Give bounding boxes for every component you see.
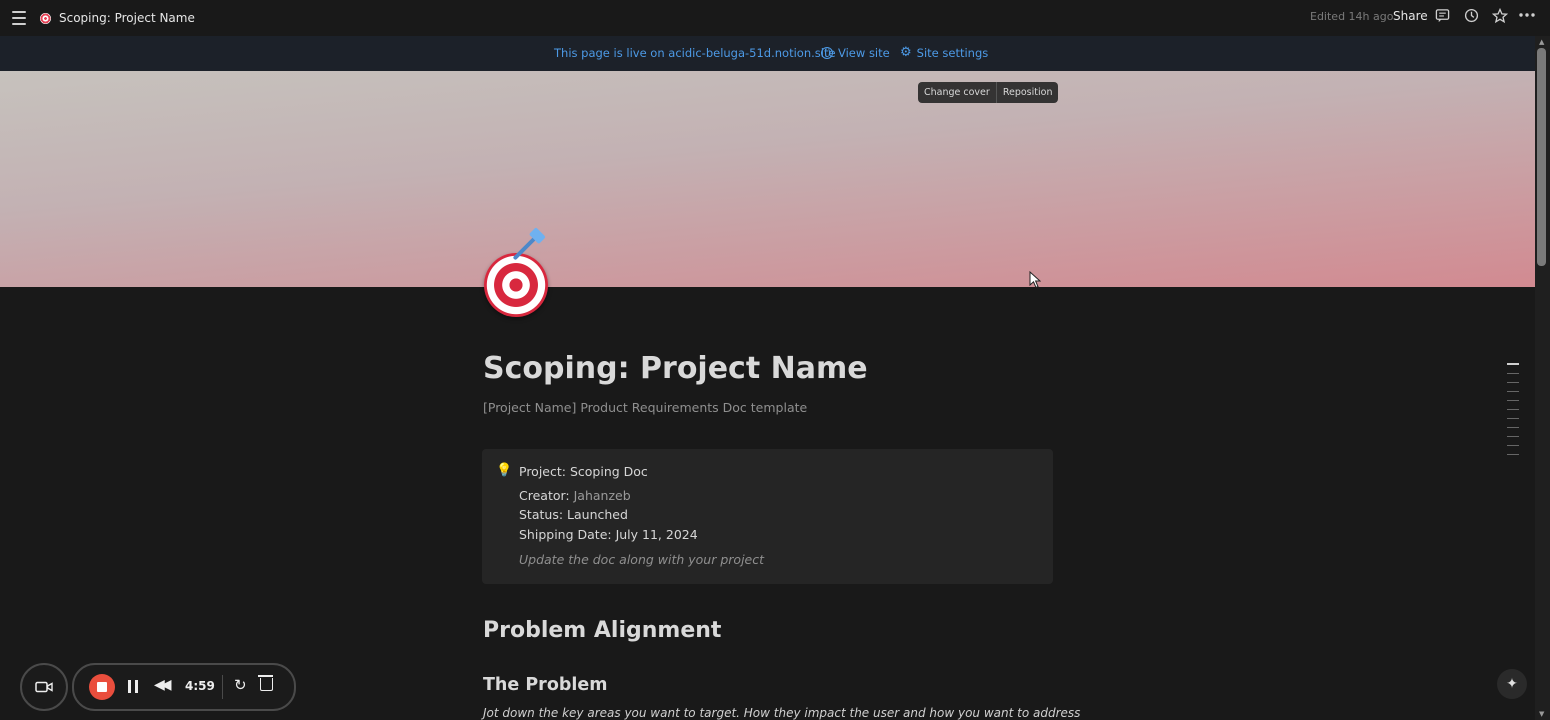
target-icon	[40, 12, 51, 24]
edited-status: Edited 14h ago	[1310, 10, 1394, 23]
creator-value[interactable]: Jahanzeb	[574, 488, 631, 503]
live-site-text: This page is live on acidic-beluga-51d.n…	[554, 46, 836, 60]
pause-button[interactable]	[128, 680, 138, 693]
problem-paragraph[interactable]: Jot down the key areas you want to targe…	[483, 706, 1080, 720]
controls-divider	[222, 675, 223, 699]
site-settings-label: Site settings	[916, 46, 989, 60]
top-bar: Scoping: Project Name Edited 14h ago Sha…	[0, 0, 1550, 36]
mouse-cursor-icon	[1029, 271, 1041, 289]
rewind-button[interactable]: ◀◀	[154, 677, 171, 693]
change-cover-button[interactable]: Change cover	[918, 82, 996, 103]
share-button[interactable]: Share	[1393, 9, 1428, 23]
menu-icon[interactable]	[12, 11, 26, 25]
restart-icon[interactable]: ↻	[234, 676, 247, 694]
page-target-icon[interactable]	[484, 233, 548, 317]
scroll-up-icon[interactable]: ▲	[1539, 38, 1544, 46]
view-site-label: View site	[838, 46, 890, 60]
trash-icon[interactable]	[258, 675, 273, 691]
callout-shipping: Shipping Date: July 11, 2024	[519, 527, 698, 542]
recording-controls: ◀◀ 4:59 ↻	[72, 663, 296, 711]
page-title[interactable]: Scoping: Project Name	[483, 351, 868, 386]
more-icon[interactable]	[1519, 12, 1535, 18]
callout-heading: Project: Scoping Doc	[519, 464, 648, 479]
comment-icon[interactable]	[1435, 8, 1450, 23]
ai-sparkle-button[interactable]: ✦	[1497, 669, 1527, 699]
publish-banner: This page is live on acidic-beluga-51d.n…	[0, 36, 1535, 71]
callout-status: Status: Launched	[519, 507, 628, 522]
breadcrumb-title: Scoping: Project Name	[59, 11, 195, 25]
stop-recording-button[interactable]	[89, 674, 115, 700]
callout-note: Update the doc along with your project	[519, 552, 765, 567]
view-site-link[interactable]: View site	[821, 46, 890, 60]
globe-icon	[821, 47, 833, 59]
creator-label: Creator:	[519, 488, 570, 503]
scroll-down-icon[interactable]: ▼	[1539, 710, 1544, 718]
stop-icon	[97, 682, 107, 692]
page-subtitle[interactable]: [Project Name] Product Requirements Doc …	[483, 400, 807, 415]
table-of-contents-outline[interactable]	[1507, 363, 1519, 463]
camera-toggle-button[interactable]	[20, 663, 68, 711]
callout-block[interactable]: 💡 Project: Scoping Doc Creator: Jahanzeb…	[482, 449, 1053, 584]
gear-icon: ⚙	[900, 45, 912, 60]
video-camera-icon	[35, 681, 53, 693]
site-settings-link[interactable]: ⚙ Site settings	[900, 46, 988, 60]
heading-the-problem[interactable]: The Problem	[483, 675, 607, 695]
heading-problem-alignment[interactable]: Problem Alignment	[483, 618, 721, 643]
scrollbar-thumb[interactable]	[1537, 48, 1546, 266]
scrollbar[interactable]: ▲ ▼	[1535, 36, 1550, 720]
recording-timer: 4:59	[185, 679, 215, 693]
cover-image: Change cover Reposition	[0, 71, 1535, 287]
cover-controls: Change cover Reposition	[918, 82, 1059, 103]
star-icon[interactable]	[1492, 8, 1508, 24]
reposition-button[interactable]: Reposition	[995, 82, 1059, 103]
sparkle-icon: ✦	[1506, 676, 1518, 692]
callout-creator: Creator: Jahanzeb	[519, 488, 631, 503]
breadcrumb[interactable]: Scoping: Project Name	[40, 9, 195, 27]
lightbulb-icon: 💡	[496, 463, 513, 478]
history-icon[interactable]	[1464, 8, 1479, 23]
